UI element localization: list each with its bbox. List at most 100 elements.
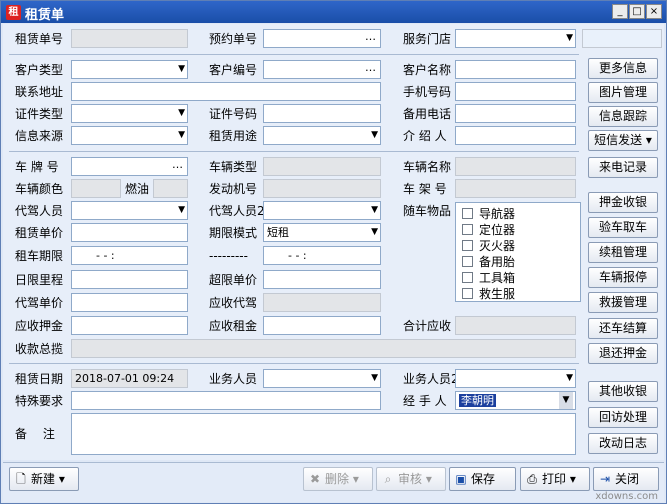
chevron-down-icon: ▼ (178, 205, 185, 215)
image-manage-button[interactable]: 图片管理 (588, 82, 658, 103)
new-button[interactable]: 🗋 新建 ▾ (9, 467, 79, 491)
id-no-field[interactable] (263, 104, 381, 123)
daily-km-field[interactable] (71, 270, 188, 289)
refund-deposit-button[interactable]: 退还押金 (588, 343, 658, 364)
sales-label: 业务人员 (209, 372, 258, 386)
close-button[interactable]: ⇥ 关闭 (593, 467, 659, 491)
unit-price-field[interactable] (71, 223, 188, 242)
watermark: xdowns.com (595, 491, 658, 502)
ellipsis-icon[interactable]: … (365, 30, 376, 45)
mobile-label: 手机号码 (403, 85, 452, 99)
cust-type-select[interactable]: ▼ (71, 60, 188, 79)
driver-price-label: 代驾单价 (15, 296, 64, 310)
driver-select[interactable]: ▼ (71, 201, 188, 220)
plate-field[interactable]: … (71, 157, 188, 176)
divider (9, 363, 579, 364)
excess-price-label: 超限单价 (209, 273, 258, 287)
term-mode-label: 期限模式 (209, 226, 258, 240)
rent-use-label: 租赁用途 (209, 129, 258, 143)
divider (9, 151, 579, 152)
driver-label: 代驾人员 (15, 204, 64, 218)
audit-button[interactable]: ⌕ 审核 ▾ (376, 467, 446, 491)
id-type-select[interactable]: ▼ (71, 104, 188, 123)
recv-driver-label: 应收代驾 (209, 296, 258, 310)
followup-button[interactable]: 回访处理 (588, 407, 658, 428)
excess-price-field[interactable] (263, 270, 381, 289)
rent-period-separator: --------- (209, 249, 248, 263)
remark-textarea[interactable] (71, 413, 576, 455)
recv-deposit-field[interactable] (71, 316, 188, 335)
maximize-button[interactable]: □ (629, 4, 645, 19)
save-button[interactable]: ▣ 保存 (449, 467, 516, 491)
cust-name-field[interactable] (455, 60, 576, 79)
print-button[interactable]: ⎙ 打印 ▾ (520, 467, 590, 491)
sales2-label: 业务人员2 (403, 372, 459, 386)
return-settle-button[interactable]: 还车结算 (588, 318, 658, 339)
driver-price-field[interactable] (71, 293, 188, 312)
car-type-field (263, 157, 381, 176)
call-log-button[interactable]: 来电记录 (588, 157, 658, 178)
car-color-field (71, 179, 121, 198)
referrer-label: 介 绍 人 (403, 129, 447, 143)
inspect-pickup-button[interactable]: 验车取车 (588, 217, 658, 238)
renewal-button[interactable]: 续租管理 (588, 242, 658, 263)
alt-phone-label: 备用电话 (403, 107, 452, 121)
referrer-field[interactable] (455, 126, 576, 145)
handler-select[interactable]: 李朝明 ▼ (455, 391, 576, 410)
rent-date-field: 2018-07-01 09:24 (71, 369, 188, 388)
driver2-select[interactable]: ▼ (263, 201, 381, 220)
title-bar: 租 租赁单 _ □ × (1, 1, 666, 23)
store-select[interactable]: ▼ (455, 29, 576, 48)
accessory-checkbox-navigator[interactable]: 导航器 (462, 207, 515, 221)
deposit-collect-button[interactable]: 押金收银 (588, 192, 658, 213)
accessory-checkbox-locator[interactable]: 定位器 (462, 223, 515, 237)
cust-no-field[interactable]: … (263, 60, 381, 79)
change-log-button[interactable]: 改动日志 (588, 433, 658, 454)
plate-label: 车 牌 号 (15, 160, 59, 174)
chevron-down-icon: ▼ (371, 373, 378, 383)
other-collect-button[interactable]: 其他收银 (588, 381, 658, 402)
vehicle-suspend-button[interactable]: 车辆报停 (588, 267, 658, 288)
sales2-select[interactable]: ▼ (455, 369, 576, 388)
rent-period-from-field[interactable]: - - : (71, 246, 188, 265)
special-field[interactable] (71, 391, 381, 410)
store-label: 服务门店 (403, 32, 452, 46)
alt-phone-field[interactable] (455, 104, 576, 123)
id-no-label: 证件号码 (209, 107, 258, 121)
more-info-button[interactable]: 更多信息 (588, 58, 658, 79)
address-field[interactable] (71, 82, 381, 101)
minimize-button[interactable]: _ (612, 4, 628, 19)
rent-use-select[interactable]: ▼ (263, 126, 381, 145)
cust-type-label: 客户类型 (15, 63, 64, 77)
accessory-checkbox-extinguisher[interactable]: 灭火器 (462, 239, 515, 253)
recv-rent-field[interactable] (263, 316, 381, 335)
close-window-button[interactable]: × (646, 4, 662, 19)
chevron-down-icon: ▼ (178, 130, 185, 140)
search-icon: ⌕ (384, 472, 392, 486)
form-area: 租赁单号 预约单号 … 服务门店 ▼ 客户类型 ▼ 客户编号 … 客户名称 联系… (3, 24, 664, 460)
sms-send-button[interactable]: 短信发送 ▾ (588, 130, 658, 151)
delete-x-icon: ✖ (309, 472, 321, 486)
exit-icon: ⇥ (599, 472, 611, 486)
term-mode-select[interactable]: 短租 ▼ (263, 223, 381, 242)
mobile-field[interactable] (455, 82, 576, 101)
remark-label: 备 注 (15, 427, 61, 441)
ellipsis-icon[interactable]: … (172, 158, 183, 173)
accessory-checkbox-spare-tire[interactable]: 备用胎 (462, 255, 515, 269)
delete-button[interactable]: ✖ 删除 ▾ (303, 467, 373, 491)
rescue-manage-button[interactable]: 救援管理 (588, 292, 658, 313)
booking-no-field[interactable]: … (263, 29, 381, 48)
car-type-label: 车辆类型 (209, 160, 258, 174)
document-icon: 🗋 (16, 472, 26, 486)
accessory-checkbox-life-suit[interactable]: 救生服 (462, 287, 515, 301)
accessory-checkbox-toolbox[interactable]: 工具箱 (462, 271, 515, 285)
info-track-button[interactable]: 信息跟踪 (588, 106, 658, 127)
ellipsis-icon[interactable]: … (365, 61, 376, 76)
info-source-label: 信息来源 (15, 129, 64, 143)
rent-period-to-field[interactable]: - - : (263, 246, 381, 265)
info-source-select[interactable]: ▼ (71, 126, 188, 145)
sales-select[interactable]: ▼ (263, 369, 381, 388)
engine-no-label: 发动机号 (209, 182, 258, 196)
collect-summary-field (71, 339, 576, 358)
total-recv-field (455, 316, 576, 335)
